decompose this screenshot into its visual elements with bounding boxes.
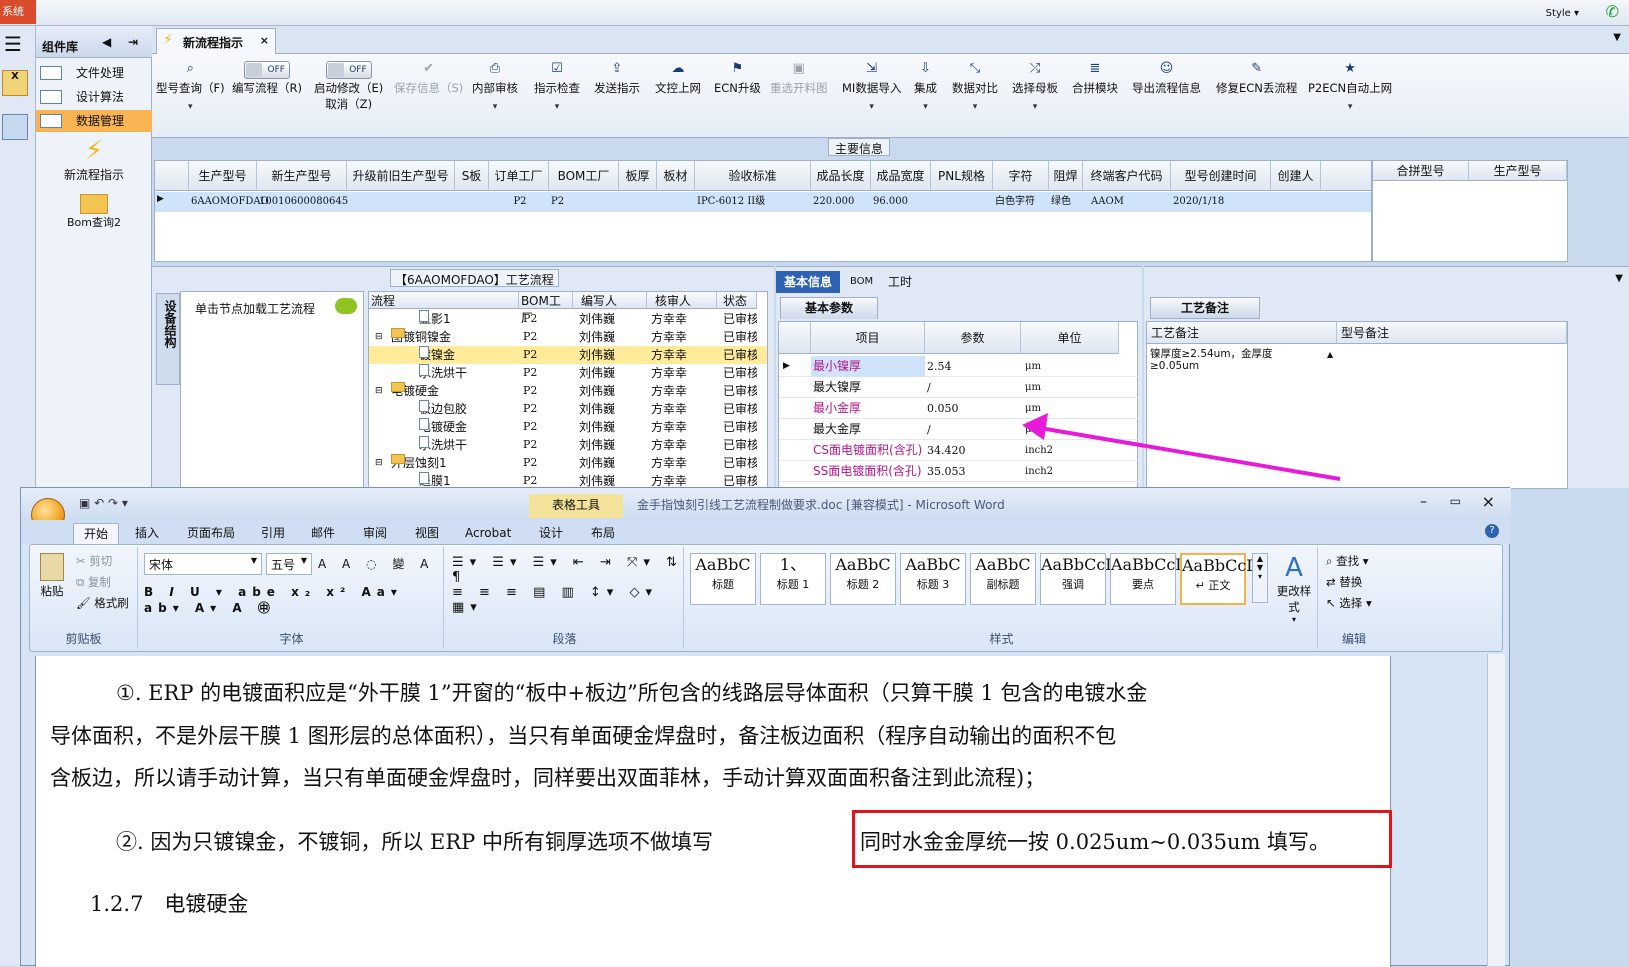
highlight-box [852,810,1392,868]
styles-scroll[interactable]: ▲ ▼ ▾ [1252,553,1268,603]
style-name: 标题 2 [846,578,880,591]
styles-icon: A [1285,553,1303,583]
minimize-icon[interactable]: – [1420,494,1427,510]
style-sample: AaBbCcDc [1182,556,1269,575]
tab-home[interactable]: 开始 [73,523,120,544]
paragraph-2-part-1[interactable]: ②. 因为只镀镍金，不镀铜，所以 ERP 中所有铜厚选项不做填写 [116,826,713,856]
table-tools-label: 表格工具 [529,494,623,518]
help-icon[interactable]: ? [1485,524,1499,538]
heading-1-2-7[interactable]: 1.2.7 电镀硬金 [90,888,248,918]
group-clipboard: 粘贴 ✂ 剪切 ⧉ 复制 🖌 格式刷 剪贴板 [30,547,138,649]
style-gallery-item[interactable]: AaBbC 标题 2 [830,553,896,605]
style-sample: AaBbCcD [1111,555,1189,574]
paste-button[interactable]: 粘贴 [34,551,70,599]
style-sample: AaBbC [835,555,891,574]
group-styles: AaBbC 标题 1、 标题 1 AaBbC 标题 2 AaBbC 标题 3 AaBbC 副标题 A… [686,547,1318,649]
word-title-bar: ▣ ↶ ↷ ▾ 表格工具 金手指蚀刻引线工艺流程制做要求.doc [兼容模式] … [21,488,1511,532]
style-gallery-item[interactable]: AaBbC 标题 [690,553,756,605]
maximize-icon[interactable]: ▭ [1450,494,1461,508]
paragraph-1-line-1[interactable]: ①. ERP 的电镀面积应是“外干膜 1”开窗的“板中+板边”所包含的线路层导体… [116,677,1147,707]
button-label: 粘贴 [40,584,64,598]
button-label: 格式刷 [94,596,129,610]
button-label: 选择 [1339,596,1363,610]
paragraph-1-line-3[interactable]: 含板边，所以请手动计算，当只有单面硬金焊盘时，同样要出双面菲林，手动计算双面面积… [50,762,1045,792]
style-sample: AaBbCcDc [1041,555,1128,574]
style-name: 要点 [1132,578,1154,591]
font-style-icons[interactable]: B I U ▾ abe x₂ x² Aa▾ ab▾ A▾ A ㊥ [144,585,443,616]
group-paragraph: ☰▾ ☰▾ ☰▾ ⇤ ⇥ ⤧▾ ⇅ ¶ ≡ ≡ ≡ ▤ ▥ ↕▾ ◇▾ ▦▾ 段… [446,547,684,649]
group-font: 宋体 ▼ 五号 ▼ A A ◌ 變 A B I U ▾ abe x₂ x² Aa▾ … [140,547,444,649]
font-grow-shrink-icons[interactable]: A A ◌ 變 A [318,555,434,572]
font-size-select[interactable]: 五号 ▼ [266,553,312,575]
change-styles-button[interactable]: A 更改样式 ▾ [1272,553,1316,624]
find-button[interactable]: ⌕ 查找 ▾ [1326,553,1369,569]
word-doc-title: 金手指蚀刻引线工艺流程制做要求.doc [兼容模式] - Microsoft W… [637,498,1005,512]
style-gallery-item[interactable]: AaBbC 标题 3 [900,553,966,605]
style-gallery-item[interactable]: AaBbCcDc ↵ 正文 [1180,553,1269,605]
style-gallery-item[interactable]: AaBbC 副标题 [970,553,1036,605]
group-label: 字体 [279,632,304,646]
tab-acrobat[interactable]: Acrobat [455,523,521,544]
style-gallery-item[interactable]: AaBbCcDc 强调 [1040,553,1128,605]
vertical-scrollbar[interactable] [1487,654,1505,966]
copy-button[interactable]: ⧉ 复制 [76,574,111,590]
tab-review[interactable]: 审阅 [353,523,397,544]
style-name: 强调 [1062,578,1084,591]
paragraph-1-line-2[interactable]: 导体面积，不是外层干膜 1 图形层的总体面积），当只有单面硬金焊盘时，备注板边面… [50,720,1116,750]
style-name: ↵ 正文 [1195,579,1231,592]
style-name: 副标题 [986,578,1020,591]
group-label: 样式 [989,632,1014,646]
tab-mailings[interactable]: 邮件 [301,523,345,544]
tab-insert[interactable]: 插入 [125,523,169,544]
font-name-select[interactable]: 宋体 ▼ [144,553,262,575]
button-label: 复制 [87,575,111,589]
style-gallery-item[interactable]: 1、标题 1 [760,553,826,605]
button-label: 查找 [1336,554,1360,568]
style-name: 标题 3 [916,578,950,591]
style-sample: AaBbC [695,555,751,574]
font-name-value: 宋体 [149,558,174,572]
select-button[interactable]: ↖ 选择 ▾ [1326,595,1372,611]
style-gallery-item[interactable]: AaBbCcD 要点 [1110,553,1189,605]
button-label: 替换 [1339,575,1363,589]
quick-access-icons[interactable]: ▣ ↶ ↷ ▾ [79,496,128,510]
style-sample: AaBbC [975,555,1031,574]
group-label: 段落 [552,632,577,646]
list-icons[interactable]: ☰▾ ☰▾ ☰▾ ⇤ ⇥ ⤧▾ ⇅ ¶ [452,555,683,585]
tab-view[interactable]: 视图 [405,523,449,544]
tab-layout[interactable]: 页面布局 [177,523,245,544]
cut-button[interactable]: ✂ 剪切 [76,553,112,569]
button-label: 更改样式 [1276,584,1312,614]
style-sample: 1、 [779,555,807,574]
group-label: 剪贴板 [65,632,102,646]
tab-design[interactable]: 设计 [529,523,573,544]
style-name: 标题 [712,578,734,591]
tab-references[interactable]: 引用 [251,523,295,544]
replace-button[interactable]: ⇄ 替换 [1326,574,1362,590]
format-painter-button[interactable]: 🖌 格式刷 [76,595,129,611]
tab-table-layout[interactable]: 布局 [581,523,625,544]
button-label: 剪切 [89,554,113,568]
group-editing: ⌕ 查找 ▾ ⇄ 替换 ↖ 选择 ▾ 编辑 [1320,547,1388,649]
style-name: 标题 1 [776,578,810,591]
group-label: 编辑 [1341,632,1366,646]
ribbon: 粘贴 ✂ 剪切 ⧉ 复制 🖌 格式刷 剪贴板 宋体 ▼ 五号 ▼ A A ◌ 變 A… [29,544,1503,652]
close-icon[interactable]: × [1482,492,1495,511]
font-size-value: 五号 [271,558,296,572]
align-icons[interactable]: ≡ ≡ ≡ ▤ ▥ ↕▾ ◇▾ ▦▾ [452,585,683,615]
style-sample: AaBbC [905,555,961,574]
ribbon-tabs: 开始 插入 页面布局 引用 邮件 审阅 视图 Acrobat 设计 布局 ? [21,520,1511,544]
clipboard-icon [40,553,64,581]
